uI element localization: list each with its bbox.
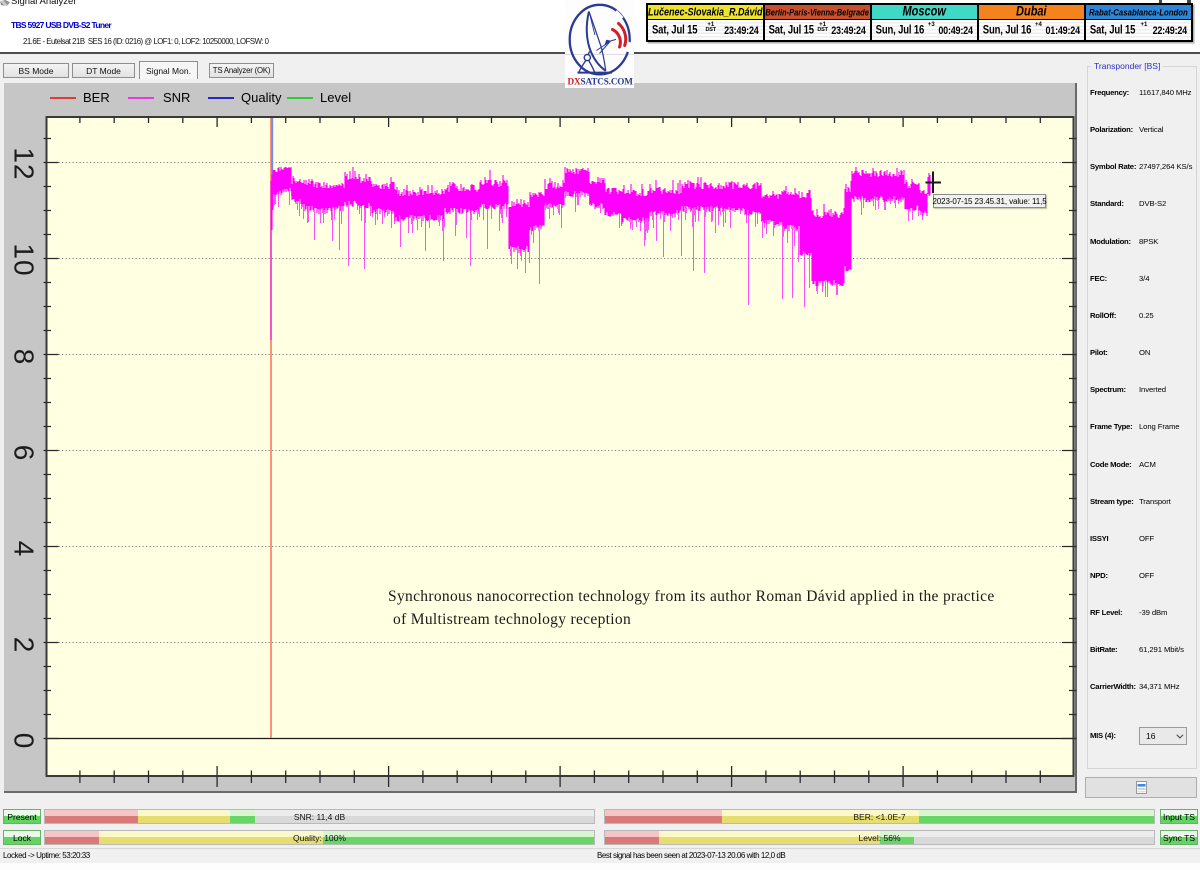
- svg-text:DXSATCS.COM: DXSATCS.COM: [568, 77, 634, 87]
